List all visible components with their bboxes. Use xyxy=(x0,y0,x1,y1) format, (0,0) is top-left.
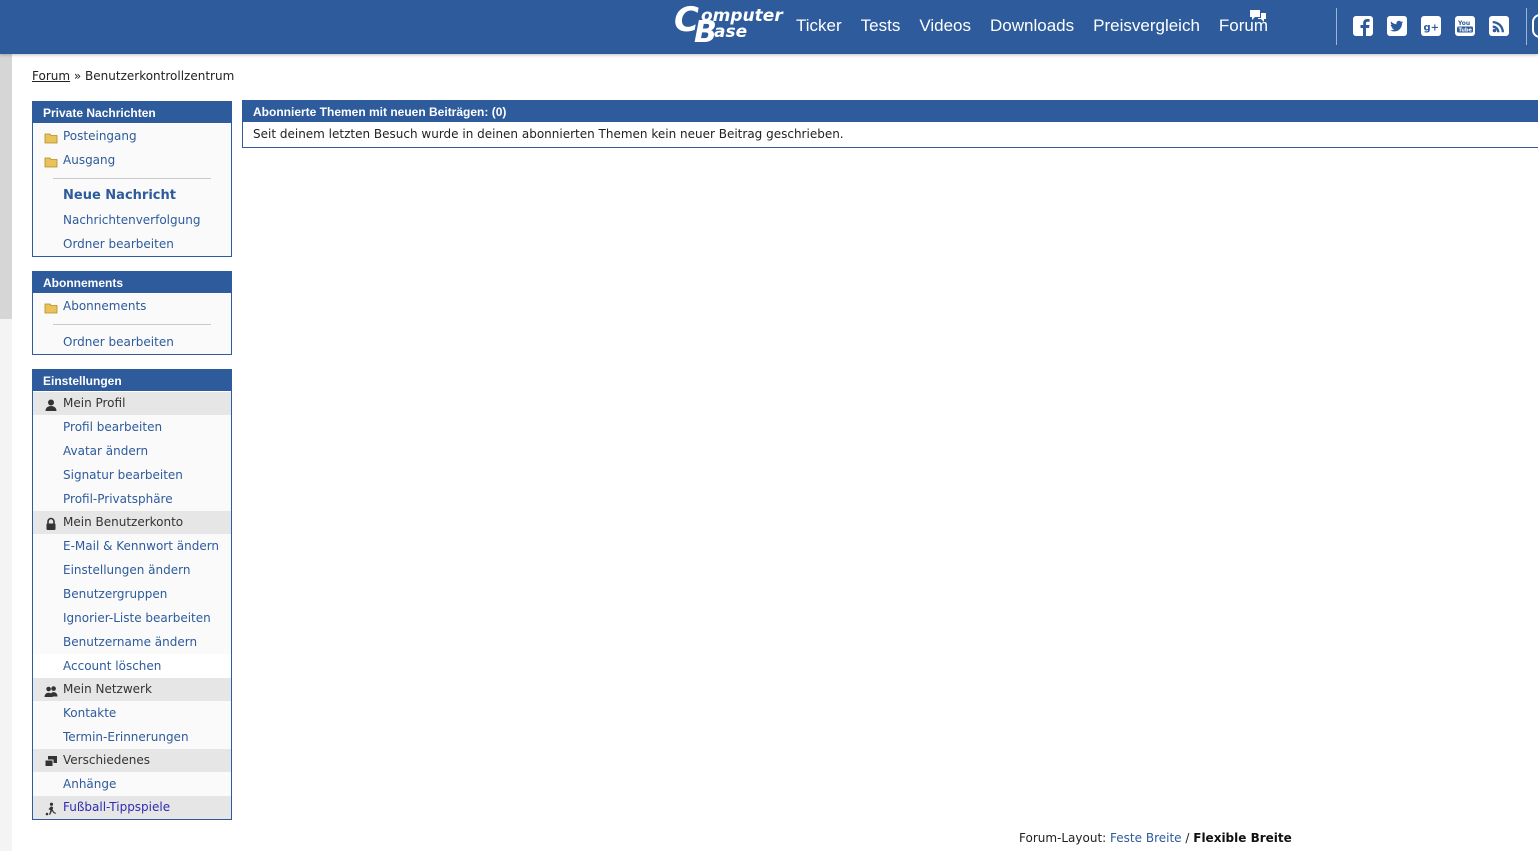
breadcrumb-separator: » xyxy=(73,69,82,83)
nav-divider xyxy=(1336,8,1337,45)
sidebar-item-account-loeschen[interactable]: Account löschen xyxy=(33,654,231,678)
sidebar-item-ordner-bearbeiten[interactable]: Ordner bearbeiten xyxy=(33,232,231,256)
subscribed-threads-title: Abonnierte Themen mit neuen Beiträgen: (… xyxy=(243,101,1538,123)
social-links: g+ You Tube xyxy=(1352,15,1522,37)
subscribed-threads-box: Abonnierte Themen mit neuen Beiträgen: (… xyxy=(242,100,1538,148)
sidebar-item-benutzername-aendern[interactable]: Benutzername ändern xyxy=(33,630,231,654)
private-messages-panel: Private Nachrichten Posteingang Ausgang … xyxy=(32,101,232,257)
layout-flexible-width-current: Flexible Breite xyxy=(1193,831,1292,845)
settings-group-profile: Mein Profil xyxy=(33,392,231,415)
settings-group-account: Mein Benutzerkonto xyxy=(33,511,231,534)
left-scroll-strip xyxy=(0,54,12,851)
forum-layout-switch: Forum-Layout: Feste Breite / Flexible Br… xyxy=(1019,831,1292,845)
settings-group-label: Mein Netzwerk xyxy=(63,682,152,696)
sidebar-item-label: Fußball-Tippspiele xyxy=(63,800,171,814)
settings-group-label: Mein Benutzerkonto xyxy=(63,515,184,529)
sidebar-item-profil-privatsphaere[interactable]: Profil-Privatsphäre xyxy=(33,487,231,511)
settings-group-misc: Verschiedenes xyxy=(33,749,231,772)
settings-group-label: Verschiedenes xyxy=(63,753,151,767)
left-scroll-strip-thumb[interactable] xyxy=(0,54,12,319)
lock-icon xyxy=(44,516,58,530)
nav-ticker[interactable]: Ticker xyxy=(796,16,842,36)
search-button-edge[interactable] xyxy=(1532,14,1538,38)
sidebar-item-ausgang[interactable]: Ausgang xyxy=(33,148,231,172)
windows-icon xyxy=(44,754,58,768)
top-navigation-bar: C omputer B ase Ticker Tests Videos Down… xyxy=(0,0,1538,54)
main-nav: Ticker Tests Videos Downloads Preisvergl… xyxy=(796,10,1287,38)
google-plus-icon[interactable]: g+ xyxy=(1420,15,1442,37)
panel-divider xyxy=(33,172,231,184)
forum-layout-label: Forum-Layout: xyxy=(1019,831,1107,845)
subscriptions-panel: Abonnements Abonnements Ordner bearbeite… xyxy=(32,271,232,355)
folder-icon xyxy=(44,299,58,314)
sidebar-item-nachrichtenverfolgung[interactable]: Nachrichtenverfolgung xyxy=(33,208,231,232)
settings-group-network: Mein Netzwerk xyxy=(33,678,231,701)
nav-preisvergleich[interactable]: Preisvergleich xyxy=(1093,16,1200,36)
sidebar-item-abonnements[interactable]: Abonnements xyxy=(33,294,231,318)
computerbase-logo[interactable]: C omputer B ase xyxy=(674,0,783,50)
rss-icon[interactable] xyxy=(1488,15,1510,37)
soccer-player-icon xyxy=(44,801,58,816)
folder-icon xyxy=(44,153,58,168)
layout-fixed-width-link[interactable]: Feste Breite xyxy=(1110,831,1182,845)
sidebar-item-benutzergruppen[interactable]: Benutzergruppen xyxy=(33,582,231,606)
layout-separator: / xyxy=(1185,831,1190,845)
panel-title-private-messages: Private Nachrichten xyxy=(33,102,231,124)
sidebar-item-label: Abonnements xyxy=(63,299,147,313)
chat-bubbles-icon xyxy=(1248,9,1268,25)
logo-word-base: ase xyxy=(714,22,748,42)
breadcrumb-current: Benutzerkontrollzentrum xyxy=(85,69,235,83)
breadcrumb-forum-link[interactable]: Forum xyxy=(32,69,70,83)
sidebar-item-email-kennwort[interactable]: E-Mail & Kennwort ändern xyxy=(33,534,231,558)
youtube-icon[interactable]: You Tube xyxy=(1454,15,1476,37)
sidebar-item-fussball-tippspiele[interactable]: Fußball-Tippspiele xyxy=(33,796,231,819)
sidebar-item-anhaenge[interactable]: Anhänge xyxy=(33,772,231,796)
breadcrumb: Forum » Benutzerkontrollzentrum xyxy=(32,69,234,83)
sidebar-item-label: Ausgang xyxy=(63,153,116,167)
sidebar-item-posteingang[interactable]: Posteingang xyxy=(33,124,231,148)
sidebar-item-avatar-aendern[interactable]: Avatar ändern xyxy=(33,439,231,463)
twitter-icon[interactable] xyxy=(1386,15,1408,37)
user-icon xyxy=(44,397,58,411)
svg-text:g+: g+ xyxy=(1424,23,1440,34)
sidebar-item-ordner-bearbeiten-abos[interactable]: Ordner bearbeiten xyxy=(33,330,231,354)
subscribed-threads-message: Seit deinem letzten Besuch wurde in dein… xyxy=(243,123,1538,147)
nav-videos[interactable]: Videos xyxy=(919,16,971,36)
sidebar-item-neue-nachricht[interactable]: Neue Nachricht xyxy=(33,184,231,208)
sidebar-item-label: Posteingang xyxy=(63,129,137,143)
facebook-icon[interactable] xyxy=(1352,15,1374,37)
panel-title-subscriptions: Abonnements xyxy=(33,272,231,294)
sidebar-item-ignorier-liste[interactable]: Ignorier-Liste bearbeiten xyxy=(33,606,231,630)
settings-group-label: Mein Profil xyxy=(63,396,126,410)
sidebar-item-einstellungen-aendern[interactable]: Einstellungen ändern xyxy=(33,558,231,582)
svg-text:You: You xyxy=(1457,20,1470,27)
svg-text:Tube: Tube xyxy=(1459,28,1473,34)
settings-panel: Einstellungen Mein Profil Profil bearbei… xyxy=(32,369,232,820)
users-icon xyxy=(44,683,58,697)
nav-divider-right xyxy=(1526,8,1527,45)
panel-title-settings: Einstellungen xyxy=(33,370,231,392)
sidebar-item-signatur-bearbeiten[interactable]: Signatur bearbeiten xyxy=(33,463,231,487)
sidebar-item-profil-bearbeiten[interactable]: Profil bearbeiten xyxy=(33,415,231,439)
nav-tests[interactable]: Tests xyxy=(861,16,901,36)
sidebar-item-termin-erinnerungen[interactable]: Termin-Erinnerungen xyxy=(33,725,231,749)
sidebar-item-kontakte[interactable]: Kontakte xyxy=(33,701,231,725)
folder-icon xyxy=(44,129,58,144)
nav-downloads[interactable]: Downloads xyxy=(990,16,1074,36)
panel-divider xyxy=(33,318,231,330)
